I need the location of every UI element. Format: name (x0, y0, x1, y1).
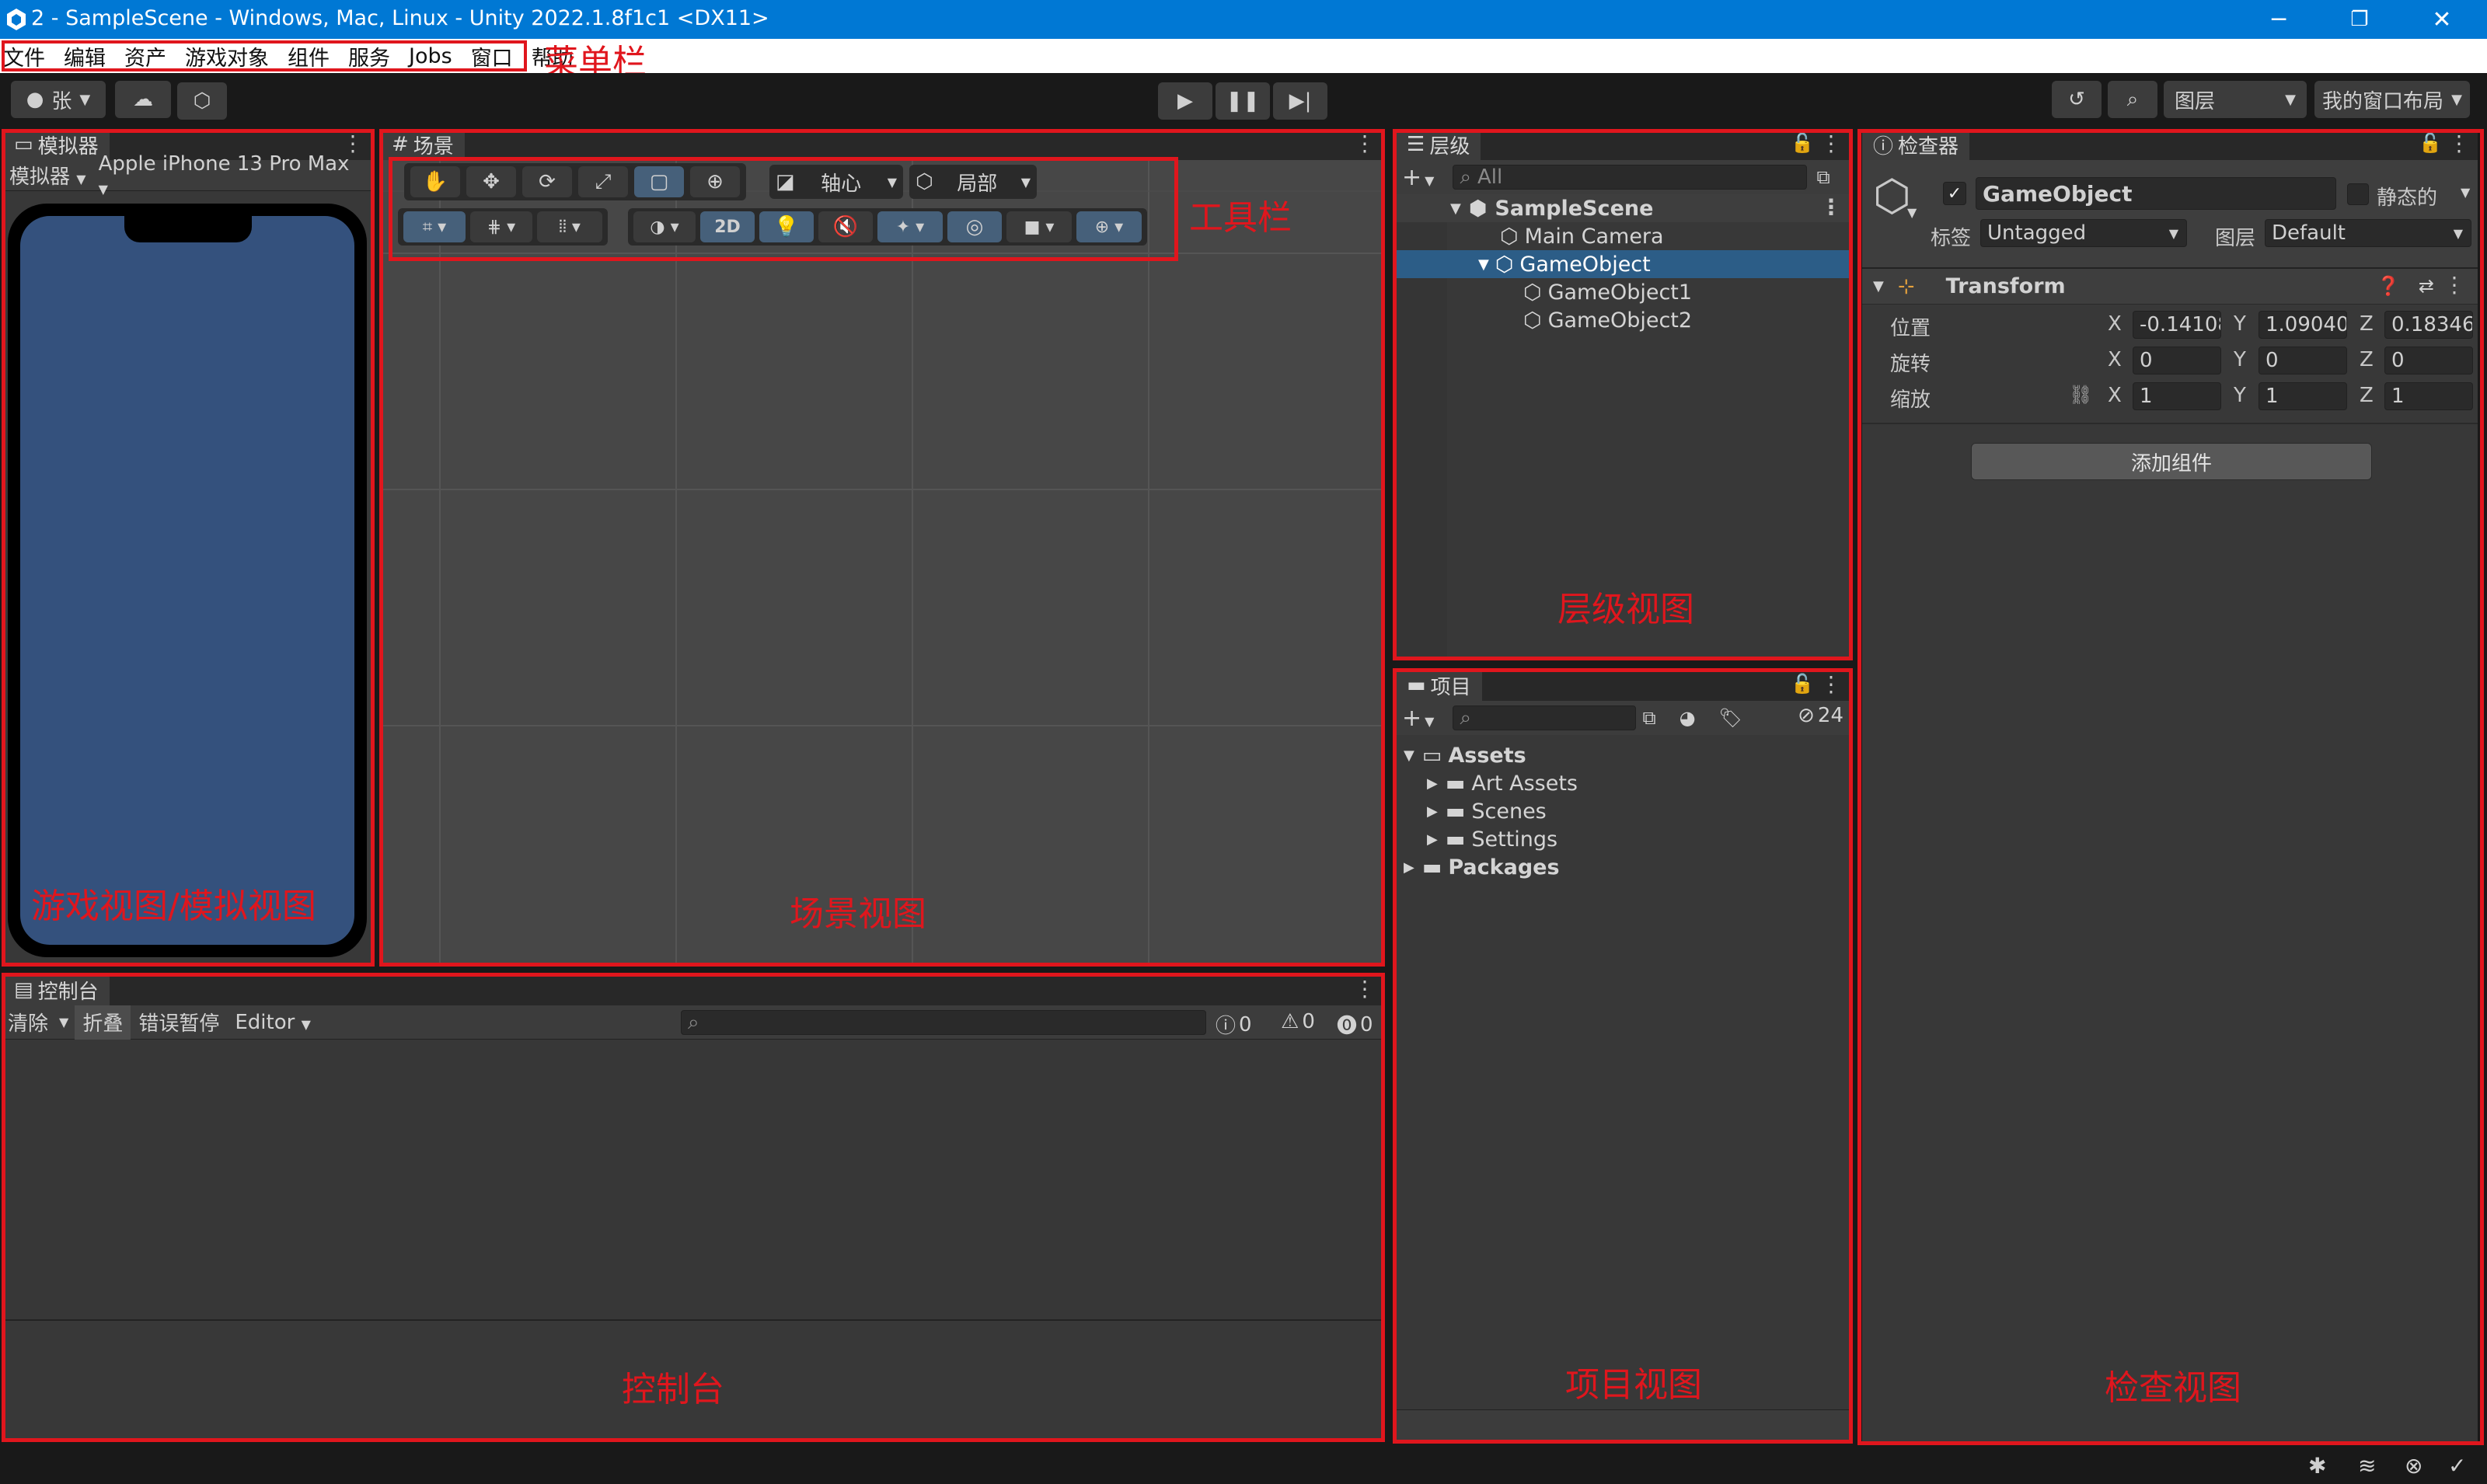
hierarchy-annotation: 层级视图 (1557, 590, 1694, 629)
play-icon: ▶ (1177, 89, 1193, 113)
main-toolbar: ● 张 ▼ ☁ ⬡ ▶ ❚❚ ▶| ↺ ⌕ 图层 ▼ 我的窗口布局 ▼ (0, 73, 2487, 126)
history-button[interactable]: ↺ (2052, 81, 2102, 118)
close-button[interactable]: ✕ (2402, 0, 2482, 39)
chevron-down-icon: ▼ (2451, 91, 2462, 108)
inspector-annotation: 检查视图 (2105, 1368, 2241, 1408)
account-button[interactable]: ● 张 ▼ (11, 81, 106, 118)
account-label: 张 (51, 89, 72, 113)
toolbar-highlight-frame (389, 157, 1178, 261)
step-icon: ▶| (1289, 89, 1312, 113)
minimize-button[interactable]: ─ (2238, 0, 2319, 39)
project-annotation: 项目视图 (1565, 1365, 1702, 1405)
account-icon: ● (26, 88, 44, 111)
pause-button[interactable]: ❚❚ (1216, 82, 1270, 120)
cloud-icon: ☁ (133, 88, 153, 111)
simulator-highlight-frame (2, 129, 375, 967)
play-button[interactable]: ▶ (1158, 82, 1212, 120)
step-button[interactable]: ▶| (1273, 82, 1327, 120)
collab-button[interactable]: ⬡ (177, 82, 227, 120)
layers-label: 图层 (2175, 89, 2216, 113)
scene-annotation: 场景视图 (790, 894, 926, 934)
window-title-bar: 2 - SampleScene - Windows, Mac, Linux - … (0, 0, 2487, 39)
layers-dropdown[interactable]: 图层 ▼ (2164, 81, 2307, 118)
cache-icon[interactable]: ≋ (2358, 1453, 2376, 1479)
chevron-down-icon: ▼ (2285, 91, 2296, 108)
project-highlight-frame (1393, 668, 1853, 1444)
search-button[interactable]: ⌕ (2108, 81, 2157, 118)
minimize-icon: ─ (2271, 5, 2286, 33)
layout-dropdown[interactable]: 我的窗口布局 ▼ (2314, 81, 2470, 118)
progress-icon[interactable]: ⊗ (2405, 1453, 2422, 1479)
toolbar-annotation: 工具栏 (1189, 198, 1292, 238)
simulator-annotation: 游戏视图/模拟视图 (31, 887, 316, 926)
restore-button[interactable]: ❐ (2319, 0, 2400, 39)
cloud-button[interactable]: ☁ (115, 81, 171, 118)
close-icon: ✕ (2432, 5, 2452, 33)
collab-icon: ⬡ (193, 89, 211, 113)
menubar-highlight-frame (2, 40, 527, 71)
pause-icon: ❚❚ (1226, 89, 1260, 113)
history-icon: ↺ (2068, 88, 2085, 111)
layout-label: 我的窗口布局 (2322, 89, 2444, 113)
restore-icon: ❐ (2350, 8, 2369, 31)
inspector-highlight-frame (1857, 129, 2484, 1445)
status-bar: ✱ ≋ ⊗ ✓ (0, 1447, 2487, 1484)
status-check-icon[interactable]: ✓ (2448, 1453, 2466, 1479)
debug-icon[interactable]: ✱ (2308, 1453, 2326, 1479)
search-icon: ⌕ (2126, 87, 2139, 111)
window-title: 2 - SampleScene - Windows, Mac, Linux - … (31, 6, 769, 30)
unity-logo-icon (6, 8, 26, 31)
chevron-down-icon: ▼ (79, 91, 91, 108)
console-annotation: 控制台 (622, 1370, 724, 1409)
